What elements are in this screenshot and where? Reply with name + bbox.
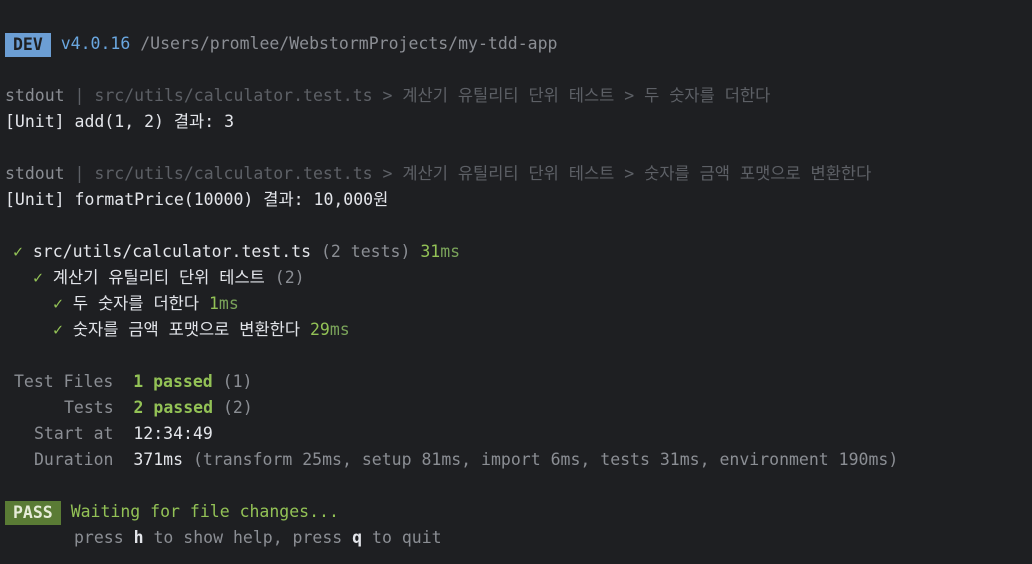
summary-total: (2) bbox=[222, 398, 253, 417]
help-key-h[interactable]: h bbox=[134, 528, 144, 547]
test-case-result: ✓ 숫자를 금액 포맷으로 변환한다 29ms bbox=[53, 317, 350, 343]
test-case-name: 숫자를 금액 포맷으로 변환한다 bbox=[72, 320, 301, 339]
stdout-message: [Unit] add(1, 2) 결과: 3 bbox=[5, 112, 235, 131]
stdout-source-line: stdout | src/utils/calculator.test.ts > … bbox=[5, 161, 871, 187]
summary-passed: 1 passed bbox=[133, 372, 213, 391]
summary-test-files: Test Files 1 passed (1) bbox=[14, 369, 252, 395]
check-icon: ✓ bbox=[53, 320, 63, 339]
version-label: v4.0.16 bbox=[60, 34, 131, 53]
summary-label: Duration bbox=[34, 450, 114, 469]
summary-duration-detail: (transform 25ms, setup 81ms, import 6ms,… bbox=[192, 450, 899, 469]
stdout-source-line: stdout | src/utils/calculator.test.ts > … bbox=[5, 83, 770, 109]
test-case-time: 29 bbox=[309, 320, 330, 339]
stdout-separator: | bbox=[74, 86, 85, 105]
help-text: to quit bbox=[372, 528, 442, 547]
summary-passed: 2 passed bbox=[133, 398, 214, 417]
summary-tests: Tests 2 passed (2) bbox=[64, 395, 253, 421]
summary-start-value: 12:34:49 bbox=[133, 424, 213, 443]
test-case-name: 두 숫자를 더한다 bbox=[72, 294, 200, 313]
pass-badge: PASS bbox=[5, 500, 61, 525]
summary-duration: Duration 371ms (transform 25ms, setup 81… bbox=[34, 447, 898, 473]
summary-total: (1) bbox=[222, 372, 253, 391]
quit-key-q[interactable]: q bbox=[352, 528, 362, 547]
stdout-prefix: stdout bbox=[5, 164, 65, 183]
header-line: DEV v4.0.16 /Users/promlee/WebstormProje… bbox=[5, 31, 557, 57]
project-path: /Users/promlee/WebstormProjects/my-tdd-a… bbox=[140, 34, 558, 53]
stdout-source: src/utils/calculator.test.ts > 계산기 유틸리티 … bbox=[94, 164, 872, 183]
test-case-time-unit: ms bbox=[329, 320, 350, 339]
test-file-name: src/utils/calculator.test.ts bbox=[32, 242, 312, 261]
test-file-result: ✓ src/utils/calculator.test.ts (2 tests)… bbox=[13, 239, 460, 265]
test-suite-result: ✓ 계산기 유틸리티 단위 테스트 (2) bbox=[33, 265, 305, 291]
test-suite-name: 계산기 유틸리티 단위 테스트 bbox=[52, 268, 265, 287]
stdout-message: [Unit] formatPrice(10000) 결과: 10,000원 bbox=[5, 190, 389, 209]
summary-label: Tests bbox=[64, 398, 114, 417]
test-suite-count: (2) bbox=[274, 268, 305, 287]
stdout-separator: | bbox=[74, 164, 85, 183]
check-icon: ✓ bbox=[33, 268, 43, 287]
help-text: to show help, press bbox=[153, 528, 343, 547]
test-file-count: (2 tests) bbox=[320, 242, 411, 261]
summary-label: Test Files bbox=[14, 372, 114, 391]
stdout-source: src/utils/calculator.test.ts > 계산기 유틸리티 … bbox=[94, 86, 771, 105]
stdout-prefix: stdout bbox=[5, 86, 65, 105]
check-icon: ✓ bbox=[13, 242, 23, 261]
test-case-time: 1 bbox=[208, 294, 219, 313]
summary-start: Start at 12:34:49 bbox=[34, 421, 213, 447]
terminal-window[interactable]: DEV v4.0.16 /Users/promlee/WebstormProje… bbox=[0, 0, 1032, 564]
check-icon: ✓ bbox=[53, 294, 63, 313]
test-file-time-unit: ms bbox=[440, 242, 461, 261]
test-case-time-unit: ms bbox=[218, 294, 239, 313]
status-line: PASS Waiting for file changes... bbox=[5, 499, 339, 525]
test-file-time: 31 bbox=[420, 242, 441, 261]
summary-duration-value: 371ms bbox=[133, 450, 184, 469]
help-text: press bbox=[74, 528, 124, 547]
help-line: press h to show help, press q to quit bbox=[74, 525, 442, 551]
summary-label: Start at bbox=[34, 424, 114, 443]
status-message: Waiting for file changes... bbox=[70, 502, 339, 521]
test-case-result: ✓ 두 숫자를 더한다 1ms bbox=[53, 291, 239, 317]
dev-mode-badge: DEV bbox=[5, 32, 51, 57]
